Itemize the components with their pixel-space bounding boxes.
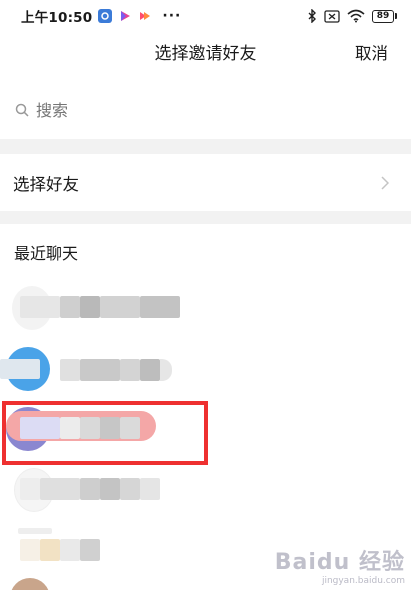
status-left: 上午10:50 ··· xyxy=(21,6,181,26)
contact-name-blurred xyxy=(60,296,80,318)
contact-name-blurred xyxy=(60,539,80,561)
section-divider xyxy=(0,139,411,154)
status-right: 89 xyxy=(307,9,397,23)
nav-bar: 选择邀请好友 取消 xyxy=(0,32,411,76)
cancel-button[interactable]: 取消 xyxy=(355,32,388,76)
wifi-icon xyxy=(347,9,365,23)
contact-name-blurred xyxy=(80,478,100,500)
bluetooth-icon xyxy=(307,9,317,23)
contact-name-blurred xyxy=(0,359,40,379)
watermark: Baidu 经验 jingyan.baidu.com xyxy=(275,544,405,586)
contact-name-blurred xyxy=(20,539,40,561)
music-app-icon xyxy=(138,9,152,23)
contact-name-blurred xyxy=(40,539,60,561)
contact-name-blurred xyxy=(20,296,60,318)
contact-name-blurred xyxy=(100,296,140,318)
watermark-logo: Baidu 经验 xyxy=(274,550,405,575)
contact-name-blurred xyxy=(40,478,80,500)
battery-level: 89 xyxy=(372,9,394,23)
battery-indicator: 89 xyxy=(372,9,397,23)
contact-name-blurred xyxy=(80,296,100,318)
contact-name-blurred xyxy=(120,359,140,381)
watermark-url: jingyan.baidu.com xyxy=(321,576,405,586)
contact-row[interactable] xyxy=(0,286,411,336)
contact-name-blurred xyxy=(20,478,40,500)
more-notifications-indicator: ··· xyxy=(162,8,182,24)
video-app-icon xyxy=(118,9,132,23)
contact-name-blurred xyxy=(160,359,172,381)
contact-name-blurred xyxy=(18,528,52,534)
contact-name-blurred xyxy=(100,478,120,500)
contact-name-blurred xyxy=(140,478,160,500)
search-bar[interactable] xyxy=(0,90,411,130)
contact-name-blurred xyxy=(140,296,180,318)
status-bar: 上午10:50 ··· 89 xyxy=(0,0,411,32)
section-divider xyxy=(0,211,411,224)
battery-cap xyxy=(395,13,397,19)
contact-name-blurred xyxy=(80,359,120,381)
app-notification-icon xyxy=(98,9,113,23)
avatar xyxy=(10,578,50,590)
search-input[interactable] xyxy=(36,100,386,120)
no-sim-icon xyxy=(324,9,340,23)
contact-name-blurred xyxy=(140,359,160,381)
search-icon xyxy=(14,102,30,118)
recent-chats-title: 最近聊天 xyxy=(14,244,79,263)
status-time: 上午10:50 xyxy=(21,10,93,26)
highlight-box xyxy=(2,401,208,465)
select-friends-label: 选择好友 xyxy=(13,174,79,194)
contact-row[interactable] xyxy=(0,345,411,395)
select-friends-row[interactable]: 选择好友 xyxy=(0,154,411,211)
contact-name-blurred xyxy=(80,539,100,561)
contact-row[interactable] xyxy=(0,468,411,518)
page-title: 选择邀请好友 xyxy=(154,44,257,64)
contact-name-blurred xyxy=(120,478,140,500)
contact-name-blurred xyxy=(60,359,80,381)
chevron-right-icon xyxy=(381,175,391,191)
